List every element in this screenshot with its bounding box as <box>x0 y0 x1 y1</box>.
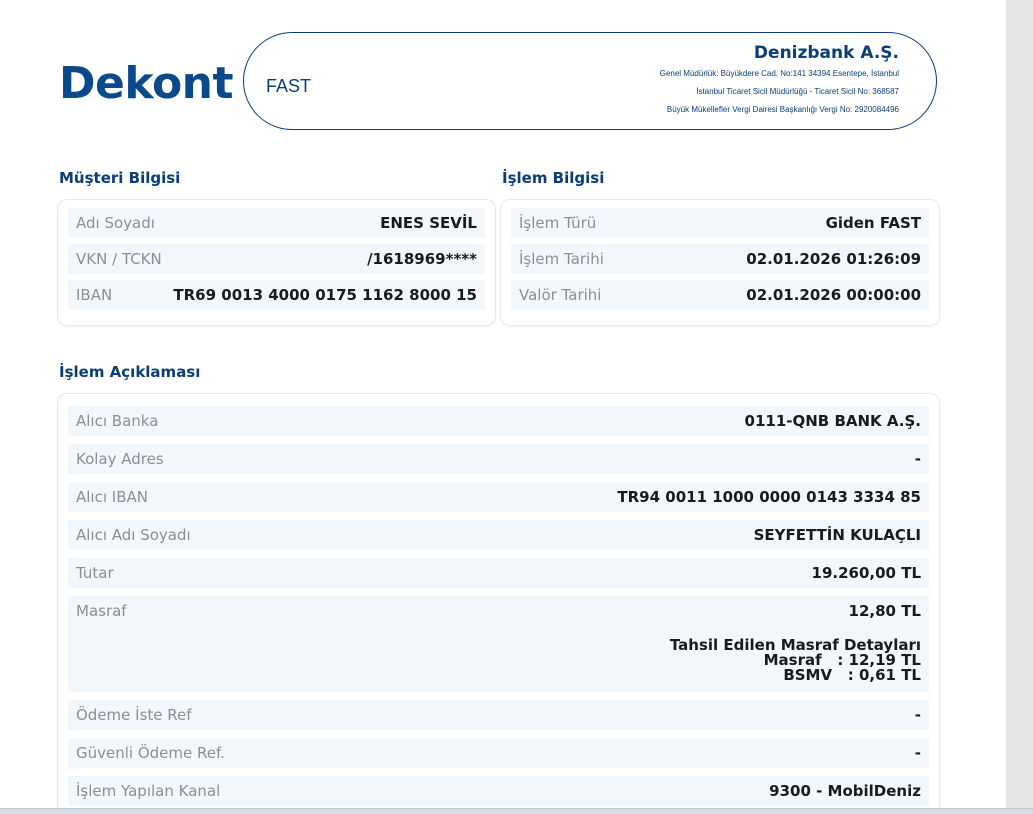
customer-row-name: Adı Soyadı ENES SEVİL <box>68 208 485 238</box>
row-value: SEYFETTİN KULAÇLI <box>753 526 921 544</box>
desc-row-receiver-name: Alıcı Adı Soyadı SEYFETTİN KULAÇLI <box>68 520 929 550</box>
transaction-card: İşlem Türü Giden FAST İşlem Tarihi 02.01… <box>500 199 940 326</box>
row-value: 02.01.2026 01:26:09 <box>746 250 921 268</box>
desc-row-secure-ref: Güvenli Ödeme Ref. - <box>68 738 929 768</box>
transaction-row-value-date: Valör Tarihi 02.01.2026 00:00:00 <box>511 280 929 310</box>
row-value: 19.260,00 TL <box>811 564 921 582</box>
bank-header-box: FAST Denizbank A.Ş. Genel Müdürlük: Büyü… <box>243 32 937 130</box>
customer-row-tckn: VKN / TCKN /1618969**** <box>68 244 485 274</box>
transaction-row-date: İşlem Tarihi 02.01.2026 01:26:09 <box>511 244 929 274</box>
row-value: TR69 0013 4000 0175 1162 8000 15 <box>173 286 477 304</box>
fee-details-bsmv: BSMV : 0,61 TL <box>783 666 921 684</box>
row-label: Tutar <box>76 564 114 582</box>
description-card: Alıcı Banka 0111-QNB BANK A.Ş. Kolay Adr… <box>57 393 940 814</box>
bank-address: Genel Müdürlük: Büyükdere Cad. No:141 34… <box>659 69 899 78</box>
receipt-page: Dekont FAST Denizbank A.Ş. Genel Müdürlü… <box>0 0 1006 814</box>
bank-trade-registry: İstanbul Ticaret Sicil Müdürlüğü - Ticar… <box>696 87 899 96</box>
bottom-border <box>0 808 1033 814</box>
row-label: Masraf <box>76 602 127 620</box>
desc-row-easy-address: Kolay Adres - <box>68 444 929 474</box>
row-label: Valör Tarihi <box>519 286 602 304</box>
row-label: Adı Soyadı <box>76 214 155 232</box>
row-label: İşlem Yapılan Kanal <box>76 782 221 800</box>
bank-name: Denizbank A.Ş. <box>753 43 899 63</box>
desc-row-receiver-iban: Alıcı IBAN TR94 0011 1000 0000 0143 3334… <box>68 482 929 512</box>
row-label: IBAN <box>76 286 113 304</box>
row-label: Güvenli Ödeme Ref. <box>76 744 225 762</box>
row-value: 02.01.2026 00:00:00 <box>746 286 921 304</box>
row-label: İşlem Tarihi <box>519 250 604 268</box>
row-label: İşlem Türü <box>519 214 597 232</box>
row-label: VKN / TCKN <box>76 250 162 268</box>
row-value: Giden FAST <box>825 214 921 232</box>
document-title: Dekont <box>59 58 234 109</box>
customer-section-title: Müşteri Bilgisi <box>59 169 181 187</box>
row-value: 12,80 TL <box>848 602 921 620</box>
desc-row-channel: İşlem Yapılan Kanal 9300 - MobilDeniz <box>68 776 929 806</box>
row-label: Ödeme İste Ref <box>76 706 192 724</box>
desc-row-fee: Masraf 12,80 TL Tahsil Edilen Masraf Det… <box>68 596 929 692</box>
transfer-type-label: FAST <box>266 76 312 96</box>
row-label: Kolay Adres <box>76 450 164 468</box>
description-section-title: İşlem Açıklaması <box>59 363 201 381</box>
row-label: Alıcı Adı Soyadı <box>76 526 191 544</box>
transaction-section-title: İşlem Bilgisi <box>502 169 605 187</box>
bank-tax-info: Büyük Mükellefler Vergi Dairesi Başkanlı… <box>666 105 899 114</box>
row-value: - <box>914 744 921 762</box>
row-label: Alıcı Banka <box>76 412 159 430</box>
row-value: TR94 0011 1000 0000 0143 3334 85 <box>617 488 921 506</box>
row-value: - <box>914 706 921 724</box>
row-value: ENES SEVİL <box>380 214 477 232</box>
desc-row-amount: Tutar 19.260,00 TL <box>68 558 929 588</box>
row-value: 9300 - MobilDeniz <box>769 782 921 800</box>
customer-card: Adı Soyadı ENES SEVİL VKN / TCKN /161896… <box>57 199 496 326</box>
row-value: 0111-QNB BANK A.Ş. <box>744 412 921 430</box>
row-value: - <box>914 450 921 468</box>
desc-row-request-ref: Ödeme İste Ref - <box>68 700 929 730</box>
row-label: Alıcı IBAN <box>76 488 148 506</box>
desc-row-receiver-bank: Alıcı Banka 0111-QNB BANK A.Ş. <box>68 406 929 436</box>
transaction-row-type: İşlem Türü Giden FAST <box>511 208 929 238</box>
row-value: /1618969**** <box>367 250 477 268</box>
vertical-scrollbar[interactable] <box>1006 0 1033 813</box>
customer-row-iban: IBAN TR69 0013 4000 0175 1162 8000 15 <box>68 280 485 310</box>
